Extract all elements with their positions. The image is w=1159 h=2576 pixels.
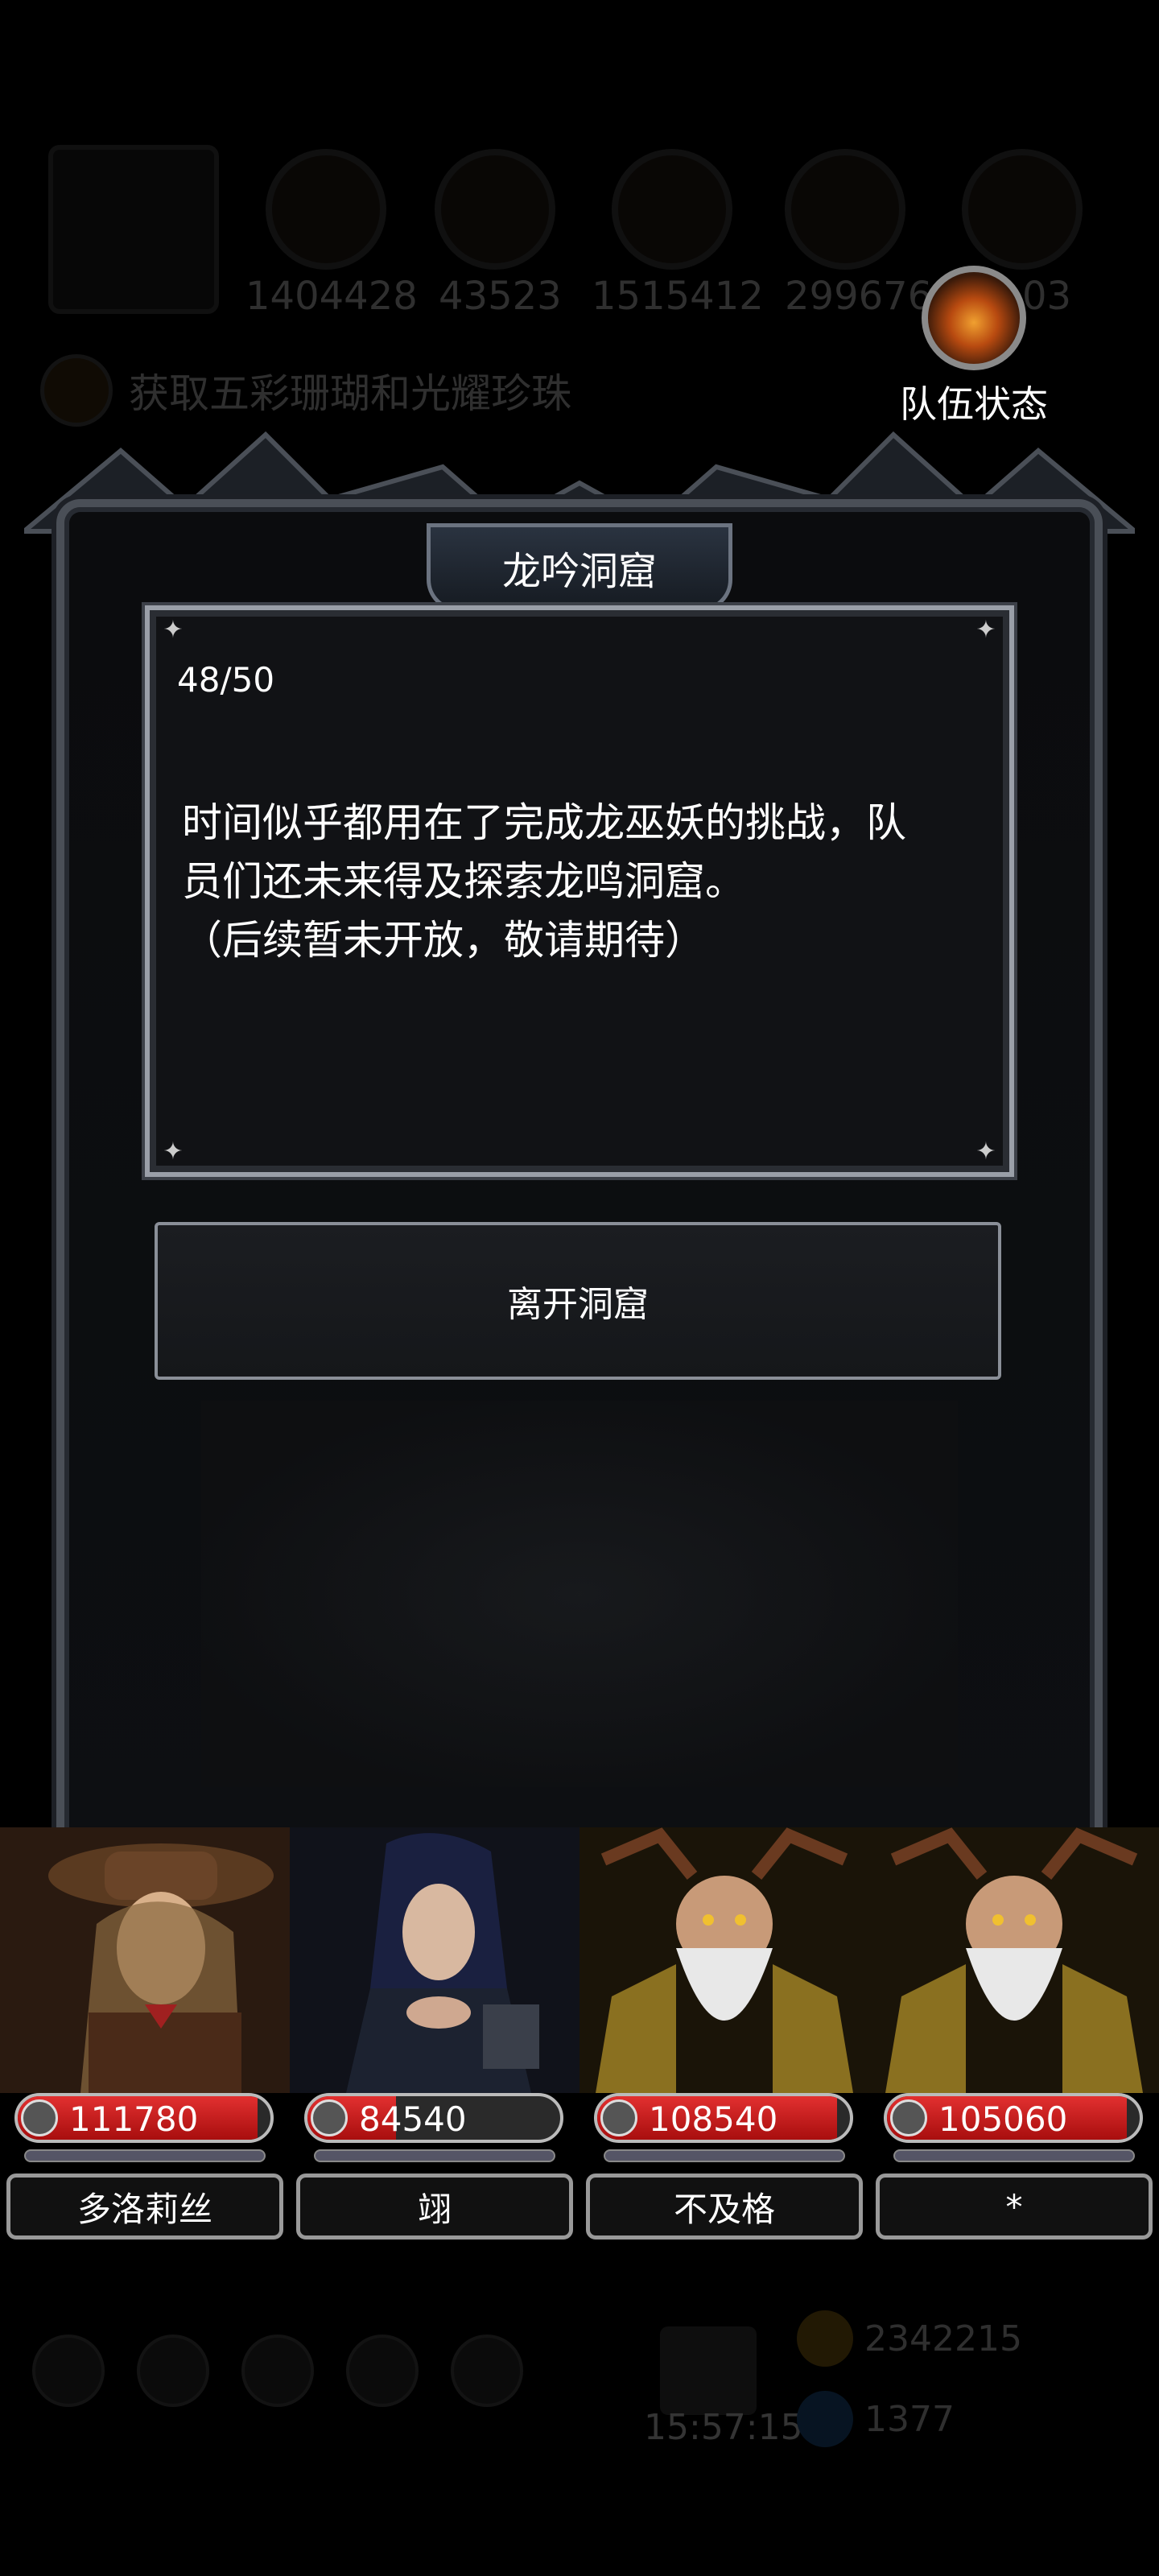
dialog-title-banner: 龙吟洞窟 [427,523,732,612]
energy-bar [314,2149,555,2162]
panel-texture [201,1401,958,1787]
quest-tracker: 获取五彩珊瑚和光耀珍珠 [40,354,571,427]
hp-bar: 108540 [594,2093,853,2143]
nav-icon [32,2334,105,2407]
hp-bar: 84540 [304,2093,563,2143]
hero-name: 多洛莉丝 [76,2189,212,2229]
story-line: 员们还未来得及探索龙鸣洞窟。 [182,858,745,905]
dialog-title: 龙吟洞窟 [501,549,657,594]
exploration-progress: 48/50 [177,660,275,700]
story-text: 时间似乎都用在了完成龙巫妖的挑战，队 员们还未来得及探索龙鸣洞窟。 （后续暂未开… [182,794,987,970]
hero-roster: 111780 多洛莉丝 84540 翊 108540 不及格 105060 * [0,1827,1159,2246]
leave-cave-label: 离开洞窟 [507,1284,649,1325]
hp-value: 105060 [938,2099,1068,2139]
sword-icon [21,2099,58,2136]
hero-card[interactable]: 105060 * [869,1827,1159,2246]
hero-portrait [869,1827,1159,2093]
gold-counter: 2342215 [797,2310,1022,2367]
resource-value: 1404428 [245,274,418,319]
bottom-nav [32,2334,523,2407]
hp-value: 84540 [359,2099,467,2139]
gem-value: 1377 [864,2398,955,2440]
quest-text: 获取五彩珊瑚和光耀珍珠 [129,370,571,417]
nav-icon [451,2334,523,2407]
hp-value: 111780 [69,2099,199,2139]
gem-icon [797,2391,853,2447]
gold-value: 2342215 [864,2318,1022,2359]
hero-name-plate: * [876,2174,1153,2240]
resource-icon [962,149,1083,270]
hp-bar: 111780 [14,2093,274,2143]
nav-icon [346,2334,419,2407]
hero-name-plate: 翊 [296,2174,573,2240]
hero-portrait [580,1827,869,2093]
hero-card[interactable]: 108540 不及格 [580,1827,869,2246]
hp-value: 108540 [649,2099,778,2139]
gold-icon [797,2310,853,2367]
gift-icon [660,2326,757,2415]
story-line: 时间似乎都用在了完成龙巫妖的挑战，队 [182,799,906,846]
hero-portrait [0,1827,290,2093]
hero-portrait [290,1827,580,2093]
resource-value: 1515412 [592,274,764,319]
team-status-button[interactable]: 队伍状态 [893,266,1054,428]
story-panel: ✦ ✦ ✦ ✦ 48/50 时间似乎都用在了完成龙巫妖的挑战，队 员们还未来得及… [145,605,1014,1177]
resource-icon [612,149,732,270]
phoenix-icon [922,266,1026,370]
sword-icon [600,2099,637,2136]
hero-name: * [1005,2186,1023,2227]
hero-name-plate: 多洛莉丝 [6,2174,283,2240]
story-line: （后续暂未开放，敬请期待） [182,917,705,964]
corner-star-icon: ✦ [163,1137,184,1166]
corner-star-icon: ✦ [975,1137,996,1166]
sword-icon [311,2099,348,2136]
energy-bar [893,2149,1135,2162]
corner-star-icon: ✦ [975,616,996,644]
resource-icon [266,149,386,270]
player-avatar [48,145,219,314]
resource-value: 43523 [439,274,562,319]
energy-bar [604,2149,845,2162]
leave-cave-button[interactable]: 离开洞窟 [155,1222,1001,1380]
resource-icon [785,149,905,270]
sword-icon [890,2099,927,2136]
energy-bar [24,2149,266,2162]
nav-icon [241,2334,314,2407]
hero-name: 不及格 [673,2189,775,2229]
resource-icon [435,149,555,270]
hero-card[interactable]: 84540 翊 [290,1827,580,2246]
quest-icon [40,354,113,427]
nav-icon [137,2334,209,2407]
corner-star-icon: ✦ [163,616,184,644]
gem-counter: 1377 [797,2391,955,2447]
hero-name-plate: 不及格 [586,2174,863,2240]
hero-card[interactable]: 111780 多洛莉丝 [0,1827,290,2246]
clock-text: 15:57:15 [644,2407,803,2448]
hero-name: 翊 [417,2189,452,2229]
hp-bar: 105060 [884,2093,1143,2143]
